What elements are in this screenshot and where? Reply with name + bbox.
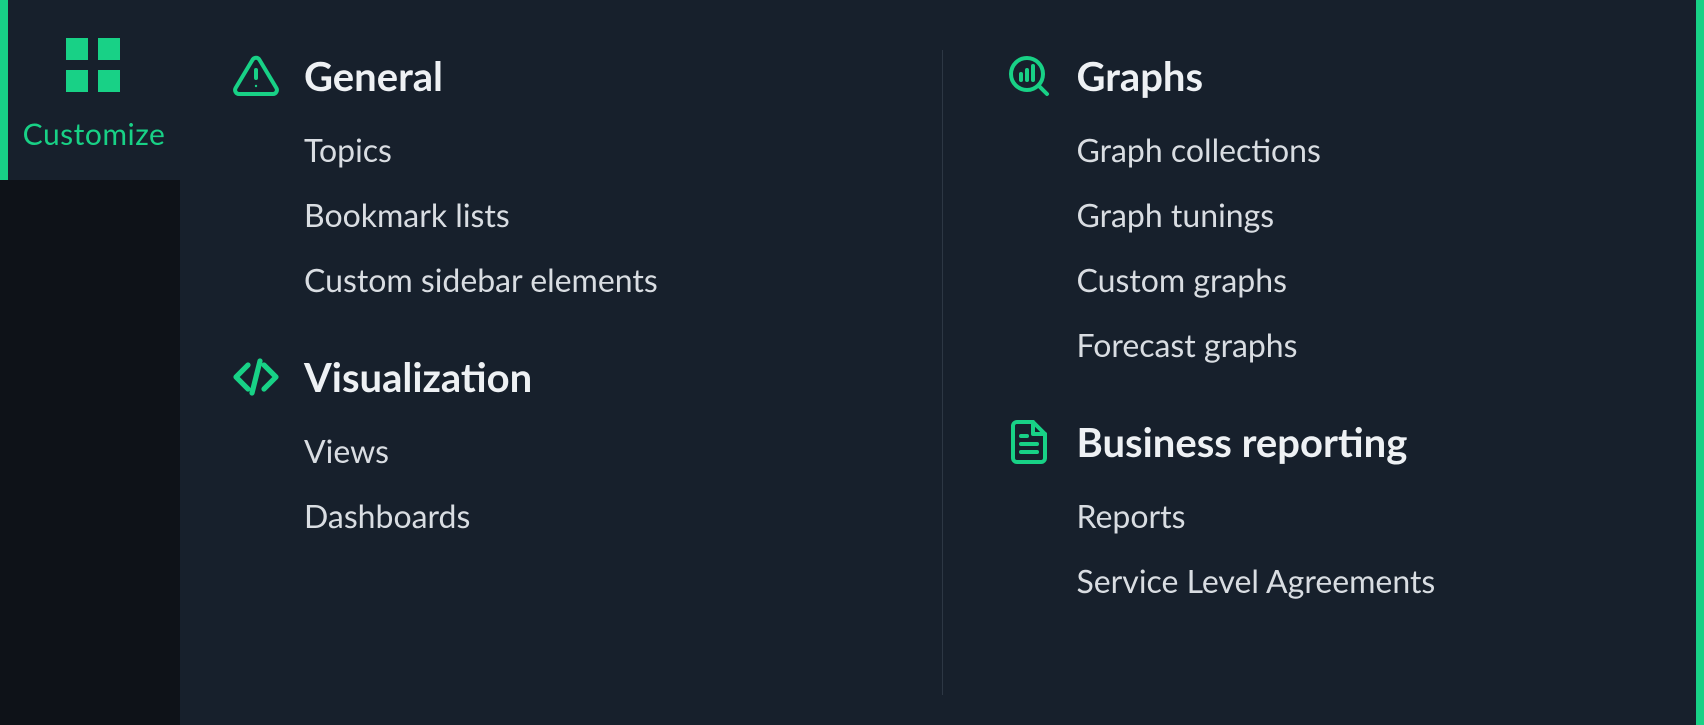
- menu-item-list-visualization: Views Dashboards: [230, 431, 912, 535]
- menu-group-header-general: General: [230, 50, 912, 102]
- menu-group-title: Graphs: [1077, 52, 1204, 100]
- menu-group-title: Business reporting: [1077, 418, 1408, 466]
- menu-group-title: Visualization: [304, 353, 532, 401]
- sidebar-customize-label: Customize: [23, 116, 166, 152]
- menu-item-dashboards[interactable]: Dashboards: [304, 496, 912, 535]
- menu-column-right: Graphs Graph collections Graph tunings C…: [943, 50, 1685, 695]
- menu-item-custom-graphs[interactable]: Custom graphs: [1077, 260, 1685, 299]
- app-root: Customize General Topics Book: [0, 0, 1704, 725]
- report-document-icon: [1003, 416, 1055, 468]
- menu-group-graphs: Graphs Graph collections Graph tunings C…: [1003, 50, 1685, 364]
- menu-item-service-level-agreements[interactable]: Service Level Agreements: [1077, 561, 1685, 600]
- menu-group-general: General Topics Bookmark lists Custom sid…: [230, 50, 912, 299]
- menu-item-graph-collections[interactable]: Graph collections: [1077, 130, 1685, 169]
- menu-item-forecast-graphs[interactable]: Forecast graphs: [1077, 325, 1685, 364]
- chart-magnifier-icon: [1003, 50, 1055, 102]
- menu-column-left: General Topics Bookmark lists Custom sid…: [230, 50, 943, 695]
- menu-item-list-graphs: Graph collections Graph tunings Custom g…: [1003, 130, 1685, 364]
- customize-mega-menu: General Topics Bookmark lists Custom sid…: [180, 0, 1704, 725]
- menu-group-header-visualization: Visualization: [230, 351, 912, 403]
- warning-triangle-icon: [230, 50, 282, 102]
- apps-grid-icon: [66, 38, 122, 94]
- menu-group-title: General: [304, 52, 443, 100]
- menu-item-graph-tunings[interactable]: Graph tunings: [1077, 195, 1685, 234]
- menu-item-topics[interactable]: Topics: [304, 130, 912, 169]
- menu-item-reports[interactable]: Reports: [1077, 496, 1685, 535]
- menu-group-header-business-reporting: Business reporting: [1003, 416, 1685, 468]
- menu-item-bookmark-lists[interactable]: Bookmark lists: [304, 195, 912, 234]
- menu-group-business-reporting: Business reporting Reports Service Level…: [1003, 416, 1685, 600]
- menu-group-visualization: Visualization Views Dashboards: [230, 351, 912, 535]
- menu-group-header-graphs: Graphs: [1003, 50, 1685, 102]
- menu-item-list-general: Topics Bookmark lists Custom sidebar ele…: [230, 130, 912, 299]
- code-icon: [230, 351, 282, 403]
- menu-item-custom-sidebar-elements[interactable]: Custom sidebar elements: [304, 260, 912, 299]
- menu-item-list-business-reporting: Reports Service Level Agreements: [1003, 496, 1685, 600]
- sidebar-customize-tab[interactable]: Customize: [0, 0, 180, 180]
- menu-item-views[interactable]: Views: [304, 431, 912, 470]
